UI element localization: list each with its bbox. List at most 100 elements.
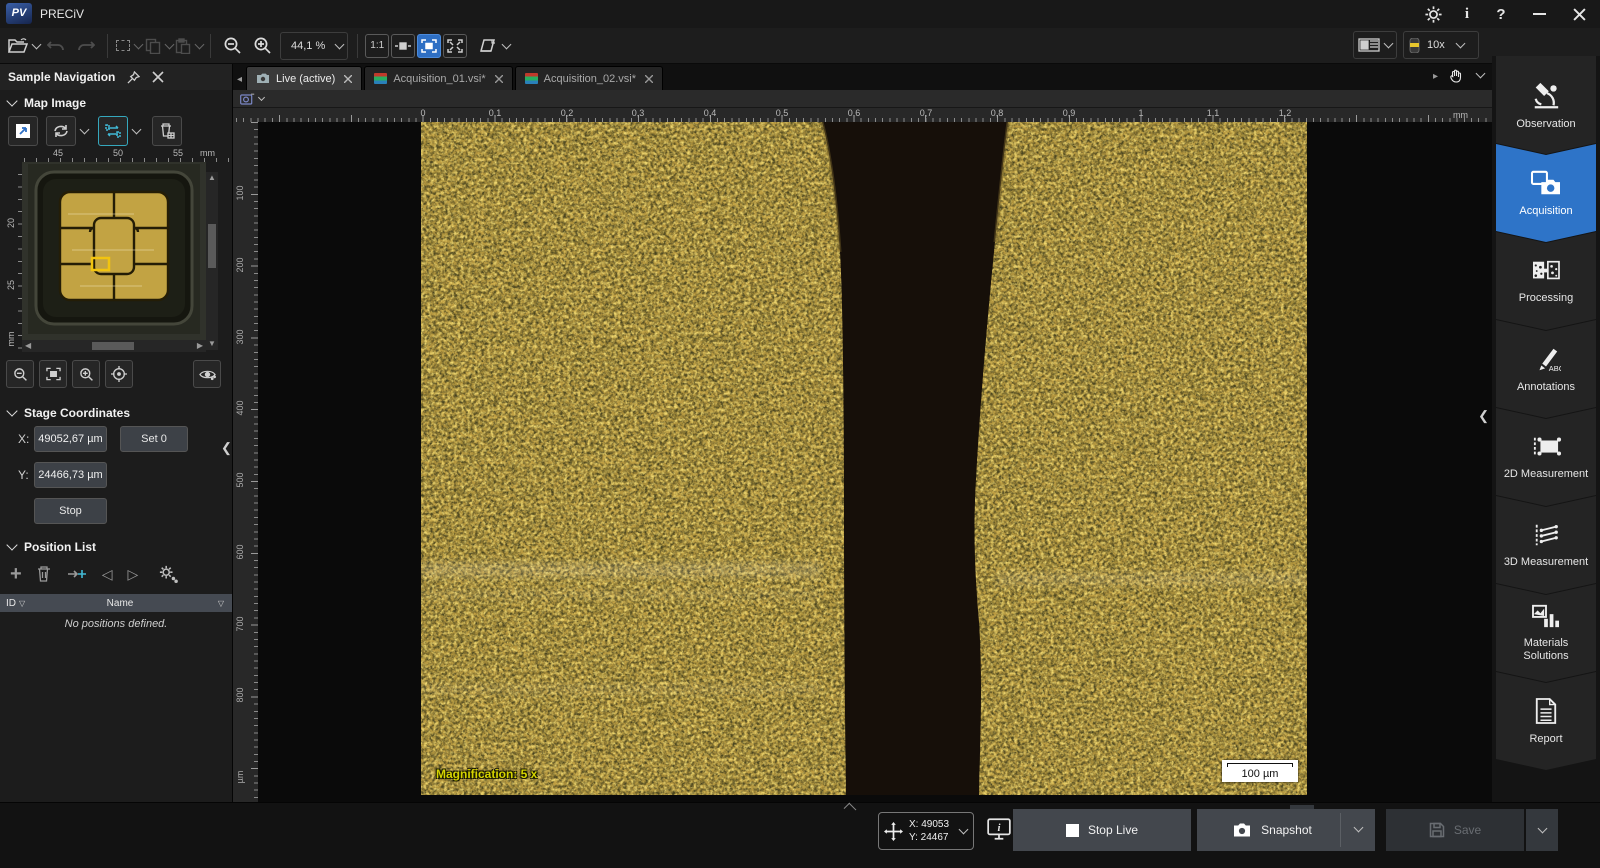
map-autoupdate-button[interactable]	[98, 116, 128, 146]
fullscreen-button[interactable]	[443, 34, 467, 58]
position-settings-icon[interactable]	[158, 565, 178, 583]
redo-button[interactable]	[72, 32, 100, 60]
map-fit-button[interactable]	[39, 360, 67, 388]
delete-position-icon[interactable]	[37, 566, 52, 582]
stage-coordinates-section-header[interactable]: Stage Coordinates	[0, 400, 232, 424]
info-icon[interactable]: i	[1450, 0, 1484, 28]
panel-close-icon[interactable]	[152, 71, 164, 83]
snapshot-dropdown-icon[interactable]	[1354, 823, 1364, 833]
open-file-button[interactable]	[8, 32, 40, 60]
scroll-left-icon[interactable]: ◀	[25, 340, 31, 352]
sidebar-item-3d-measurement[interactable]: 3D Measurement	[1496, 496, 1596, 594]
tab-scroll-right-icon[interactable]: ▸	[1433, 71, 1438, 82]
zoom-percent-dropdown[interactable]: 44,1 %	[280, 32, 348, 60]
stop-live-button[interactable]: Stop Live	[1013, 809, 1191, 851]
undo-button[interactable]	[42, 32, 70, 60]
fit-to-screen-button[interactable]	[417, 34, 441, 58]
settings-gear-icon[interactable]	[1416, 0, 1450, 28]
scroll-down-icon[interactable]: ▼	[206, 338, 218, 350]
map-expand-button[interactable]	[8, 116, 38, 146]
report-layout-button[interactable]	[478, 32, 510, 60]
map-refresh-button[interactable]	[46, 116, 76, 146]
scroll-up-icon[interactable]: ▲	[206, 172, 218, 184]
paste-button[interactable]	[175, 32, 203, 60]
map-vertical-scrollbar[interactable]: ▲ ▼	[206, 172, 218, 350]
sidebar-item-acquisition[interactable]: Acquisition	[1496, 144, 1596, 242]
stage-y-value[interactable]: 24466,73 µm	[34, 462, 107, 488]
map-thumbnail[interactable]	[22, 162, 206, 340]
snapshot-button[interactable]: Snapshot	[1197, 809, 1375, 851]
sidebar-item-2d-measurement[interactable]: 2D Measurement	[1496, 408, 1596, 506]
tab-label: Acquisition_01.vsi*	[393, 73, 485, 85]
pan-hand-icon[interactable]	[1448, 69, 1462, 83]
save-dropdown-button[interactable]	[1526, 809, 1558, 851]
left-panel-collapse-icon[interactable]: ❮	[221, 440, 232, 456]
tab-close-icon[interactable]	[645, 75, 653, 83]
set-zero-button[interactable]: Set 0	[120, 426, 188, 452]
add-position-icon[interactable]: +	[10, 564, 22, 584]
sidebar-item-annotations[interactable]: ABC Annotations	[1496, 320, 1596, 418]
map-zoom-in-button[interactable]	[72, 360, 100, 388]
layout-selector-dropdown[interactable]	[1353, 31, 1397, 59]
map-refresh-dropdown-icon[interactable]	[80, 125, 90, 135]
stage-position-readout[interactable]: X: 49053 Y: 24467	[878, 812, 974, 850]
live-image-canvas[interactable]: Magnification: 5 x 100 µm	[258, 122, 1492, 802]
objective-dropdown-icon[interactable]	[1455, 39, 1465, 49]
map-visibility-options-button[interactable]	[193, 360, 221, 388]
camera-settings-icon[interactable]	[240, 93, 255, 105]
stop-button[interactable]: Stop	[34, 498, 107, 524]
mini-dropdown-icon[interactable]	[258, 94, 265, 101]
expand-panel-icon[interactable]	[844, 803, 857, 816]
sort-icon[interactable]: ▽	[218, 599, 224, 608]
move-to-position-icon[interactable]	[67, 568, 87, 580]
map-image-section-header[interactable]: Map Image	[0, 90, 232, 114]
save-button[interactable]: Save	[1386, 809, 1524, 851]
report-layout-dropdown-icon[interactable]	[502, 39, 512, 49]
pin-icon[interactable]	[127, 71, 140, 84]
scroll-right-icon[interactable]: ▶	[197, 340, 203, 352]
layout-dropdown-icon[interactable]	[1384, 39, 1394, 49]
paste-dropdown-icon[interactable]	[195, 39, 205, 49]
tab-acquisition-02[interactable]: Acquisition_02.vsi*	[515, 66, 663, 90]
selection-tool-button[interactable]	[115, 32, 143, 60]
map-delete-button[interactable]	[152, 116, 182, 146]
close-icon[interactable]	[1562, 0, 1596, 28]
map-center-target-button[interactable]	[105, 360, 133, 388]
sidebar-item-observation[interactable]: Observation	[1496, 56, 1596, 154]
copy-button[interactable]	[145, 32, 173, 60]
open-file-dropdown-icon[interactable]	[32, 39, 42, 49]
right-panel-collapse-icon[interactable]: ❮	[1478, 408, 1489, 424]
map-horizontal-scrollbar[interactable]: ◀ ▶	[22, 340, 206, 352]
selection-dropdown-icon[interactable]	[134, 39, 144, 49]
scrollbar-thumb[interactable]	[92, 342, 134, 350]
zoom-percent-dropdown-icon[interactable]	[335, 39, 345, 49]
microscope-live-image[interactable]	[421, 122, 1307, 795]
previous-position-icon[interactable]: ◁	[102, 566, 113, 583]
zoom-out-button[interactable]	[218, 32, 246, 60]
copy-dropdown-icon[interactable]	[165, 39, 175, 49]
display-info-button[interactable]: i	[986, 816, 1012, 845]
sidebar-item-processing[interactable]: Processing	[1496, 232, 1596, 330]
map-zoom-out-button[interactable]	[6, 360, 34, 388]
stage-readout-dropdown-icon[interactable]	[959, 825, 969, 835]
map-autoupdate-dropdown-icon[interactable]	[132, 125, 142, 135]
minimize-icon[interactable]	[1522, 0, 1556, 28]
next-position-icon[interactable]: ▷	[127, 566, 138, 583]
help-icon[interactable]: ?	[1484, 0, 1518, 28]
tab-scroll-left-icon[interactable]: ◂	[237, 74, 242, 85]
tab-close-icon[interactable]	[495, 75, 503, 83]
tab-close-icon[interactable]	[344, 75, 352, 83]
tab-list-dropdown-icon[interactable]	[1476, 68, 1486, 78]
fit-width-button[interactable]	[391, 34, 415, 58]
sidebar-item-report[interactable]: Report	[1496, 672, 1596, 770]
tab-acquisition-01[interactable]: Acquisition_01.vsi*	[364, 66, 512, 90]
position-table-header[interactable]: ID ▽ Name ▽	[0, 594, 232, 612]
sidebar-item-materials-solutions[interactable]: Materials Solutions	[1496, 584, 1596, 682]
scrollbar-thumb[interactable]	[208, 224, 216, 268]
zoom-in-button[interactable]	[248, 32, 276, 60]
position-list-section-header[interactable]: Position List	[0, 534, 232, 558]
tab-live[interactable]: Live (active)	[246, 66, 362, 90]
stage-x-value[interactable]: 49052,67 µm	[34, 426, 107, 452]
objective-dropdown[interactable]: 10x	[1403, 31, 1479, 59]
actual-size-button[interactable]: 1:1	[365, 34, 389, 58]
